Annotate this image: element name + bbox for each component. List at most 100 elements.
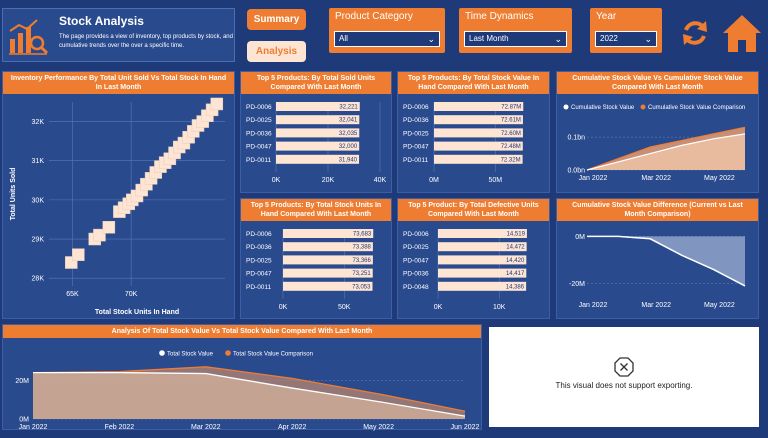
product-category-dropdown[interactable]: All ⌄ [334, 31, 440, 47]
legend-label: Total Stock Value Comparison [233, 352, 313, 358]
time-dynamics-label: Time Dynamics [465, 11, 534, 22]
bar-value-label: 14,420 [506, 258, 525, 264]
bar-category-label: PD-0011 [246, 284, 272, 291]
bar-category-label: PD-0048 [403, 284, 429, 291]
refresh-icon[interactable] [680, 18, 710, 48]
sold-units-title: Top 5 Products: By Total Sold Units Comp… [241, 72, 391, 94]
x-tick: May 2022 [704, 302, 735, 309]
analysis-button[interactable]: Analysis [247, 41, 306, 62]
difference-area [587, 236, 745, 286]
bar-category-label: PD-0025 [403, 130, 429, 137]
sold-units-card: Top 5 Products: By Total Sold Units Comp… [240, 71, 392, 193]
year-label: Year [596, 11, 617, 22]
bar-value-label: 72.87M [501, 105, 521, 111]
bar-x-tick: 10K [493, 304, 506, 311]
difference-title: Cumulative Stock Value Difference (Curre… [557, 199, 758, 221]
time-dynamics-slicer[interactable]: Time Dynamics Last Month ⌄ [459, 8, 572, 53]
stock-value-card: Top 5 Products: By Total Stock Value In … [397, 71, 550, 193]
stock-units-title: Top 5 Products: By Total Stock Units In … [241, 199, 391, 221]
bar-category-label: PD-0025 [246, 257, 272, 264]
bar-category-label: PD-0025 [403, 244, 429, 251]
bar-x-tick: 0K [434, 304, 443, 311]
title-card: Stock Analysis The page provides a view … [2, 8, 235, 62]
x-tick: Apr 2022 [278, 424, 307, 431]
scatter-x-tick: 65K [66, 291, 79, 298]
bar-category-label: PD-0047 [246, 144, 272, 151]
y-tick: 0.1bn [567, 135, 585, 142]
page-title: Stock Analysis [59, 14, 144, 28]
bar-value-label: 72.61M [501, 118, 521, 124]
bar-x-tick: 50K [338, 304, 351, 311]
bar-value-label: 31,940 [339, 157, 358, 163]
bar-value-label: 73,251 [352, 271, 371, 277]
scatter-x-tick: 70K [125, 291, 138, 298]
bar-category-label: PD-0047 [403, 257, 429, 264]
defective-units-card: Top 5 Product: By Total Defective Units … [397, 198, 550, 319]
y-tick: 0.0bn [567, 168, 585, 175]
chevron-down-icon: ⌄ [554, 34, 562, 44]
chevron-down-icon: ⌄ [427, 34, 435, 44]
inventory-scatter-chart: 65K 70K 32K 31K 30K 29K 28K Total Stock Units I… [10, 97, 225, 316]
y-tick: 0M [19, 417, 29, 424]
bar-value-label: 14,417 [506, 271, 525, 277]
scatter-x-label: Total Stock Units In Hand [95, 309, 179, 316]
legend-label: Total Stock Value [167, 352, 214, 358]
time-dynamics-value: Last Month [469, 34, 509, 43]
y-tick: -20M [569, 281, 585, 288]
bar-value-label: 73,683 [353, 232, 372, 238]
bar-category-label: PD-0047 [403, 144, 429, 151]
legend-marker [159, 350, 165, 356]
bar-value-label: 32,041 [339, 118, 358, 124]
inventory-scatter-card: Inventory Performance By Total Unit Sold… [2, 71, 235, 319]
legend-label: Cumulative Stock Value [571, 105, 635, 111]
bar-value-label: 32,000 [339, 144, 358, 150]
bar-category-label: PD-0036 [246, 244, 272, 251]
stock-units-card: Top 5 Products: By Total Stock Units In … [240, 198, 392, 319]
legend-label: Cumulative Stock Value Comparison [648, 105, 745, 111]
x-tick: May 2022 [363, 424, 394, 431]
bar-value-label: 73,388 [353, 245, 372, 251]
scatter-point [72, 248, 85, 261]
bar-category-label: PD-0006 [246, 104, 272, 111]
bar-category-label: PD-0036 [246, 130, 272, 137]
year-slicer[interactable]: Year 2022 ⌄ [590, 8, 662, 53]
scatter-y-tick: 30K [32, 197, 45, 204]
cumulative-card: Cumulative Stock Value Vs Cumulative Sto… [556, 71, 759, 193]
bar-value-label: 14,519 [507, 232, 526, 238]
x-tick: Jun 2022 [451, 424, 480, 431]
difference-chart: 0M -20M Jan 2022 Mar 2022 May 2022 [569, 234, 746, 309]
scatter-y-tick: 32K [32, 119, 45, 126]
home-icon[interactable] [721, 12, 763, 54]
export-placeholder: This visual does not support exporting. [489, 327, 759, 427]
bar-x-tick: 40K [374, 177, 387, 184]
bar-category-label: PD-0011 [403, 157, 429, 164]
x-tick: Mar 2022 [191, 424, 221, 431]
x-tick: Mar 2022 [641, 175, 671, 182]
year-dropdown[interactable]: 2022 ⌄ [595, 31, 657, 47]
chevron-down-icon: ⌄ [644, 34, 652, 44]
bar-category-label: PD-0047 [246, 271, 272, 278]
bar-value-label: 72.32M [501, 157, 521, 163]
bar-value-label: 73,366 [353, 258, 372, 264]
stock-value-title: Top 5 Products: By Total Stock Value In … [398, 72, 549, 94]
bar-value-label: 14,472 [506, 245, 525, 251]
time-dynamics-dropdown[interactable]: Last Month ⌄ [464, 31, 567, 47]
scatter-point [102, 221, 116, 234]
page-description: The page provides a view of inventory, t… [59, 34, 233, 49]
cumulative-chart: Cumulative Stock Value Cumulative Stock V… [563, 104, 745, 182]
product-category-slicer[interactable]: Product Category All ⌄ [329, 8, 445, 53]
x-tick: Feb 2022 [105, 424, 135, 431]
difference-card: Cumulative Stock Value Difference (Curre… [556, 198, 759, 319]
analysis-title: Analysis Of Total Stock Value Vs Total S… [3, 325, 481, 338]
x-tick: Jan 2022 [19, 424, 48, 431]
bar-value-label: 72.60M [501, 131, 521, 137]
warning-x-icon [614, 357, 634, 377]
scatter-y-tick: 31K [32, 158, 45, 165]
bar-category-label: PD-0011 [246, 157, 272, 164]
summary-button[interactable]: Summary [247, 9, 306, 30]
bar-value-label: 73,053 [352, 284, 371, 290]
scatter-y-tick: 29K [32, 237, 45, 244]
x-tick: Mar 2022 [641, 302, 671, 309]
bar-value-label: 14,386 [506, 284, 525, 290]
sold-units-chart: 0K 20K 40K PD-0006 32,221 PD-0025 32,041 PD-003… [246, 102, 387, 184]
